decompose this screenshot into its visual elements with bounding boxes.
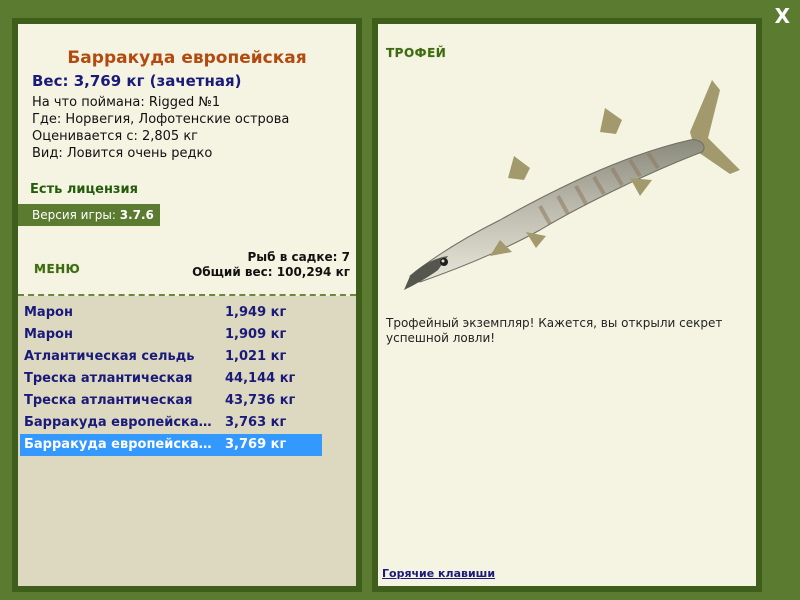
catch-fish-weight: 43,736 кг xyxy=(225,393,296,408)
catch-fish-weight: 1,909 кг xyxy=(225,327,287,342)
catch-fish-name: Марон xyxy=(24,305,73,320)
keepnet-stats: Рыб в садке: 7 Общий вес: 100,294 кг xyxy=(192,250,350,280)
catch-list-item[interactable]: Марон 1,909 кг xyxy=(20,324,322,346)
detail-location: Где: Норвегия, Лофотенские острова xyxy=(32,112,290,127)
hotkeys-link[interactable]: Горячие клавиши xyxy=(382,567,495,580)
barracuda-image xyxy=(404,80,740,290)
catch-fish-name: Марон xyxy=(24,327,73,342)
catch-fish-weight: 1,021 кг xyxy=(225,349,287,364)
catch-list-area: Марон 1,949 кг Марон 1,909 кг Атлантическая … xyxy=(18,296,356,586)
catch-list-item[interactable]: Треска атлантическая 43,736 кг xyxy=(20,390,322,412)
detail-bait: На что поймана: Rigged №1 xyxy=(32,95,221,110)
close-button[interactable]: X xyxy=(775,4,790,28)
license-status: Есть лицензия xyxy=(30,182,138,197)
fish-details: На что поймана: Rigged №1 Где: Норвегия,… xyxy=(32,94,289,162)
catch-list-item[interactable]: Барракуда европейска… 3,763 кг xyxy=(20,412,322,434)
total-weight: Общий вес: 100,294 кг xyxy=(192,265,350,279)
dialog-frame: X Барракуда европейская Вес: 3,769 кг (з… xyxy=(0,0,800,600)
catch-fish-name: Барракуда европейска… xyxy=(24,415,212,430)
catch-fish-weight: 1,949 кг xyxy=(225,305,287,320)
catch-fish-name: Барракуда европейска… xyxy=(24,437,212,452)
catch-fish-weight: 3,763 кг xyxy=(225,415,287,430)
fish-weight: Вес: 3,769 кг (зачетная) xyxy=(32,72,242,90)
version-prefix: Версия игры: xyxy=(32,208,120,222)
trophy-label: ТРОФЕЙ xyxy=(386,46,447,60)
version-badge: Версия игры: 3.7.6 xyxy=(18,204,160,226)
catch-fish-weight: 3,769 кг xyxy=(225,437,287,452)
fish-name: Барракуда европейская xyxy=(67,48,307,68)
catch-fish-name: Треска атлантическая xyxy=(24,393,193,408)
menu-button[interactable]: МЕНЮ xyxy=(34,262,80,276)
catch-list-item[interactable]: Барракуда европейска… 3,769 кг xyxy=(20,434,322,456)
catch-list-item[interactable]: Треска атлантическая 44,144 кг xyxy=(20,368,322,390)
catch-fish-name: Атлантическая сельдь xyxy=(24,349,195,364)
trophy-description: Трофейный экземпляр! Кажется, вы открыли… xyxy=(386,316,723,345)
right-panel: ТРОФЕЙ Трофейный экземпляр! Кажется, вы … xyxy=(372,18,762,592)
catch-fish-name: Треска атлантическая xyxy=(24,371,193,386)
fish-info-panel: Барракуда европейская Вес: 3,769 кг (зач… xyxy=(18,24,356,586)
version-number: 3.7.6 xyxy=(119,208,154,222)
left-panel: Барракуда европейская Вес: 3,769 кг (зач… xyxy=(12,18,362,592)
detail-min-weight: Оценивается с: 2,805 кг xyxy=(32,129,199,144)
fish-count: Рыб в садке: 7 xyxy=(247,250,351,264)
detail-rarity: Вид: Ловится очень редко xyxy=(32,146,213,161)
catch-list-item[interactable]: Атлантическая сельдь 1,021 кг xyxy=(20,346,322,368)
catch-fish-weight: 44,144 кг xyxy=(225,371,296,386)
catch-list-item[interactable]: Марон 1,949 кг xyxy=(20,302,322,324)
catch-list: Марон 1,949 кг Марон 1,909 кг Атлантическая … xyxy=(20,302,322,456)
trophy-panel: ТРОФЕЙ Трофейный экземпляр! Кажется, вы … xyxy=(378,24,756,586)
